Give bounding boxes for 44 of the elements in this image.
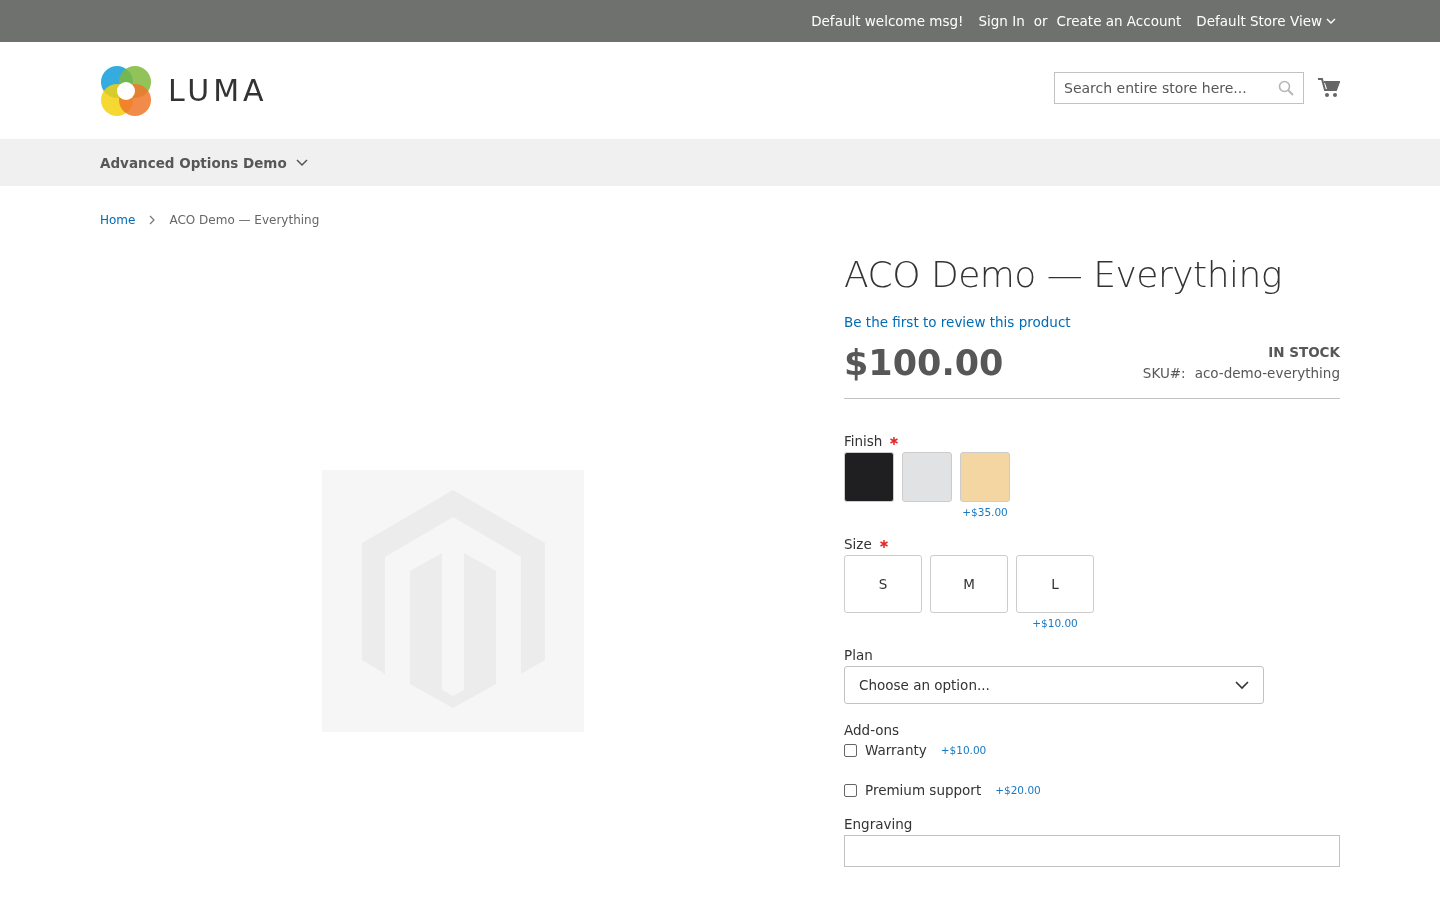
search-field[interactable]: Search entire store here... [1054, 71, 1304, 104]
color-swatch[interactable] [844, 452, 894, 502]
cart-icon[interactable] [1318, 77, 1340, 98]
option-label: Size [844, 536, 872, 552]
option-label: Engraving [844, 816, 913, 832]
create-account-link[interactable]: Create an Account [1056, 13, 1182, 29]
product-price: $100.00 [844, 342, 1004, 385]
search-icon[interactable] [1278, 79, 1294, 96]
plan-select[interactable]: Choose an option... [844, 666, 1264, 704]
price-delta: +$35.00 [962, 506, 1008, 518]
welcome-message: Default welcome msg! [811, 13, 964, 29]
chevron-icon [295, 158, 308, 167]
chevron-down-icon [1326, 17, 1336, 25]
size-swatch[interactable]: L [1016, 555, 1094, 613]
nav-menu-item[interactable]: Advanced Options Demo [100, 154, 308, 171]
option-label: Finish [844, 433, 883, 449]
color-swatch[interactable] [902, 452, 952, 502]
checkbox[interactable] [844, 743, 857, 757]
checkbox[interactable] [844, 783, 857, 797]
sign-in-link[interactable]: Sign In [978, 13, 1025, 29]
option-label: Add-ons [844, 722, 900, 738]
price-delta: +$10.00 [940, 744, 987, 756]
store-view-switcher[interactable]: Default Store View [1196, 13, 1336, 29]
breadcrumb-current: ACO Demo — Everything [169, 212, 320, 227]
checkbox-label[interactable]: Premium support [865, 782, 982, 798]
logo-text[interactable]: LUMA [168, 73, 268, 108]
price-delta: +$20.00 [995, 784, 1041, 796]
product-title: ACO Demo — Everything [844, 253, 1283, 297]
breadcrumb-link[interactable]: Home [100, 212, 136, 227]
color-swatch[interactable] [960, 452, 1010, 502]
option-label: Plan [844, 647, 873, 663]
chevron-down-icon [1235, 680, 1249, 690]
breadcrumb-separator-icon [149, 214, 156, 225]
engraving-input[interactable] [844, 835, 1340, 867]
review-link[interactable]: Be the first to review this product [844, 314, 1340, 330]
stock-status: IN STOCK [1268, 344, 1340, 360]
price-delta: +$10.00 [1032, 617, 1078, 629]
logo-icon[interactable] [100, 64, 152, 117]
checkbox-label[interactable]: Warranty [865, 742, 927, 758]
sku-label: SKU#: [1142, 365, 1186, 381]
size-swatch[interactable]: M [930, 555, 1008, 613]
or-text: or [1033, 13, 1048, 29]
sku-value: aco-demo-everything [1194, 365, 1340, 381]
size-swatch[interactable]: S [844, 555, 922, 613]
